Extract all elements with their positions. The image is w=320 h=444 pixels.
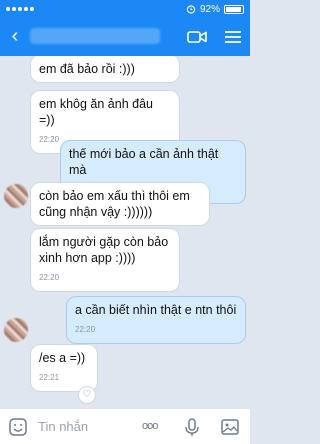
battery-icon bbox=[224, 4, 244, 14]
contact-avatar[interactable] bbox=[4, 184, 28, 208]
message-bubble-outgoing[interactable]: a cần biết nhìn thật e ntn thôi 22:20 bbox=[66, 296, 246, 344]
emoji-icon[interactable] bbox=[8, 417, 28, 437]
video-call-icon[interactable] bbox=[186, 26, 208, 48]
microphone-icon[interactable] bbox=[182, 417, 202, 437]
contact-avatar[interactable] bbox=[4, 318, 28, 342]
status-bar: 92% bbox=[0, 0, 250, 18]
message-text: lắm người gặp còn bảo xinh hơn app :)))) bbox=[39, 235, 169, 265]
message-bubble-incoming[interactable]: em đã bảo rồi :))) bbox=[30, 56, 180, 83]
message-input[interactable]: Tin nhắn bbox=[38, 419, 88, 434]
app-header: 92% ‹ bbox=[0, 0, 250, 56]
message-time: 22:21 bbox=[39, 373, 60, 382]
menu-icon[interactable] bbox=[222, 26, 244, 48]
message-bubble-incoming[interactable]: lắm người gặp còn bảo xinh hơn app :))))… bbox=[30, 228, 180, 292]
more-options-icon[interactable]: ooo bbox=[142, 420, 158, 432]
message-bubble-incoming[interactable]: /es a =)) 22:21 bbox=[30, 344, 98, 392]
heart-reaction-icon[interactable]: ♡ bbox=[78, 386, 96, 404]
battery-percentage: 92% bbox=[199, 3, 220, 15]
signal-icon bbox=[6, 4, 66, 14]
message-text: thế mới bảo a cần ảnh thật mà bbox=[69, 147, 219, 177]
status-right: 92% bbox=[186, 3, 244, 15]
contact-name-blurred[interactable] bbox=[30, 28, 160, 44]
message-text: em khôg ăn ảnh đâu =)) bbox=[39, 97, 153, 127]
message-text: a cần biết nhìn thật e ntn thôi bbox=[75, 303, 237, 317]
chat-area[interactable]: em đã bảo rồi :))) em khôg ăn ảnh đâu =)… bbox=[0, 56, 250, 408]
message-time: 22:20 bbox=[75, 325, 96, 334]
message-text: /es a =)) bbox=[39, 351, 86, 365]
alarm-icon bbox=[186, 5, 196, 14]
message-text: còn bảo em xấu thì thôi em cũng nhận vậy… bbox=[39, 189, 190, 219]
back-button[interactable]: ‹ bbox=[4, 26, 26, 48]
image-icon[interactable] bbox=[220, 417, 240, 437]
battery-fill bbox=[226, 6, 241, 12]
message-bubble-incoming[interactable]: còn bảo em xấu thì thôi em cũng nhận vậy… bbox=[30, 182, 210, 226]
message-time: 22:20 bbox=[39, 273, 60, 282]
message-text: em đã bảo rồi :))) bbox=[39, 62, 135, 76]
title-bar: ‹ bbox=[0, 18, 250, 56]
input-bar: Tin nhắn ooo bbox=[0, 408, 250, 444]
